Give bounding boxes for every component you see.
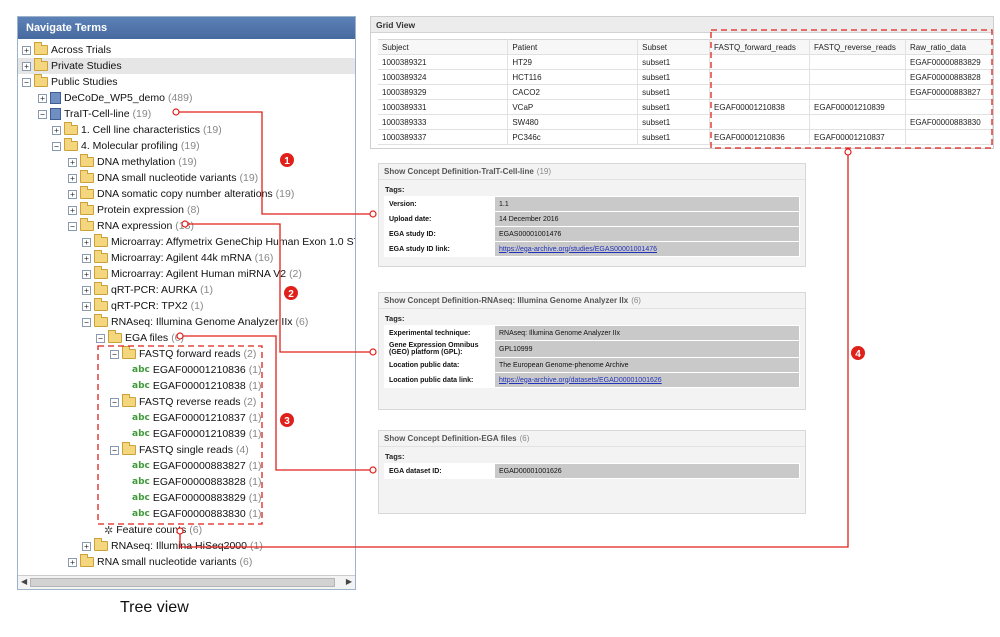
marker-3: 3 xyxy=(284,416,290,427)
annotation-overlay: 1 2 3 4 xyxy=(97,29,993,548)
connector-2 xyxy=(185,223,373,353)
step-markers: 1 2 3 4 xyxy=(280,153,865,427)
marker-4: 4 xyxy=(855,349,861,360)
marker-1: 1 xyxy=(284,156,290,167)
dashed-box-grid-columns xyxy=(710,29,993,149)
connector-3 xyxy=(180,335,373,471)
dashed-box-tree-files xyxy=(97,345,263,525)
connector-1 xyxy=(176,111,373,215)
marker-2: 2 xyxy=(288,289,294,300)
